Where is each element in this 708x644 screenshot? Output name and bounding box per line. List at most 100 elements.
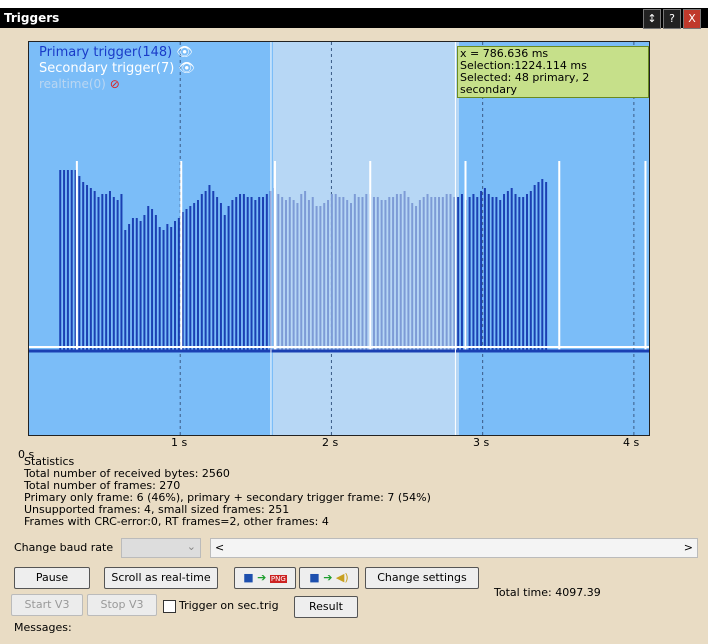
primary-bar — [392, 197, 395, 350]
statistics-panel: Statistics Total number of received byte… — [24, 456, 431, 528]
eye-icon[interactable]: 👁 — [176, 45, 193, 60]
primary-bar — [541, 179, 544, 350]
primary-bar — [491, 197, 494, 350]
primary-bar — [476, 197, 479, 350]
primary-bar — [323, 203, 326, 350]
legend-realtime-label: realtime(0) — [39, 77, 106, 91]
primary-bar — [258, 197, 261, 350]
primary-bar — [101, 194, 104, 350]
primary-bar — [177, 218, 180, 350]
primary-bar — [105, 194, 108, 350]
primary-bar — [315, 206, 318, 350]
primary-bar — [499, 200, 502, 350]
primary-bar — [426, 194, 429, 350]
tooltip-selected: Selected: 48 primary, 2 secondary — [460, 71, 590, 96]
primary-bar — [227, 206, 230, 350]
primary-bar — [529, 191, 532, 350]
close-button[interactable]: X — [683, 9, 701, 29]
primary-bar — [143, 215, 146, 350]
x-tick-3: 3 s — [473, 436, 490, 449]
primary-bar — [338, 197, 341, 350]
primary-bar — [170, 227, 173, 350]
primary-bar — [277, 194, 280, 350]
primary-bar — [135, 218, 138, 350]
save-audio-button[interactable]: ■ ➔ ◀) — [299, 567, 359, 589]
primary-bar — [281, 197, 284, 350]
primary-bar — [441, 197, 444, 350]
window-title: Triggers — [4, 11, 60, 25]
trigger-chart[interactable]: Primary trigger(148) 👁 Secondary trigger… — [28, 41, 650, 436]
primary-bar — [112, 197, 115, 350]
stop-v3-button[interactable]: Stop V3 — [87, 594, 157, 616]
primary-bar — [296, 203, 299, 350]
legend-secondary[interactable]: Secondary trigger(7) 👁 — [39, 61, 195, 76]
primary-bar — [89, 188, 92, 350]
primary-bar — [449, 194, 452, 350]
primary-bar — [415, 206, 418, 350]
primary-bar — [82, 182, 85, 350]
primary-bar — [327, 200, 330, 350]
baud-rate-select[interactable]: ⌄ — [121, 538, 201, 558]
pause-button[interactable]: Pause — [14, 567, 90, 589]
help-button[interactable]: ? — [663, 9, 681, 29]
floppy-icon: ■ — [243, 571, 254, 584]
primary-bar — [422, 197, 425, 350]
primary-bar — [468, 197, 471, 350]
primary-bar — [189, 206, 192, 350]
resize-button[interactable]: ↕ — [643, 9, 661, 29]
scroll-realtime-button[interactable]: Scroll as real-time — [104, 567, 218, 589]
primary-bar — [174, 221, 177, 350]
chart-plot — [29, 42, 649, 435]
result-button[interactable]: Result — [294, 596, 358, 618]
start-v3-button[interactable]: Start V3 — [11, 594, 83, 616]
primary-bar — [162, 230, 165, 350]
scroll-left-icon[interactable]: < — [215, 541, 224, 554]
primary-bar — [300, 194, 303, 350]
primary-bar — [78, 176, 81, 350]
save-png-button[interactable]: ■ ➔ PNG — [234, 567, 296, 589]
primary-bar — [503, 194, 506, 350]
x-tick-1: 1 s — [171, 436, 188, 449]
primary-bar — [330, 194, 333, 350]
primary-bar — [487, 194, 490, 350]
legend-secondary-label: Secondary trigger(7) — [39, 61, 175, 76]
primary-bar — [342, 197, 345, 350]
secondary-bar — [464, 161, 467, 350]
secondary-bar — [180, 161, 183, 350]
primary-bar — [430, 197, 433, 350]
primary-bar — [66, 170, 69, 350]
primary-bar — [460, 194, 463, 350]
change-settings-button[interactable]: Change settings — [365, 567, 479, 589]
primary-bar — [304, 191, 307, 350]
primary-bar — [219, 203, 222, 350]
eye-icon[interactable]: 👁 — [178, 61, 195, 76]
x-tick-4: 4 s — [623, 436, 640, 449]
primary-bar — [353, 194, 356, 350]
primary-bar — [262, 197, 265, 350]
trigger-sec-checkbox[interactable] — [163, 600, 176, 613]
primary-bar — [63, 170, 66, 350]
hidden-eye-icon[interactable]: ⊘ — [110, 77, 120, 91]
primary-bar — [346, 200, 349, 350]
primary-bar — [495, 197, 498, 350]
horizontal-scrollbar[interactable]: < > — [210, 538, 698, 558]
primary-bar — [124, 230, 127, 350]
primary-bar — [97, 197, 100, 350]
primary-bar — [510, 188, 513, 350]
primary-bar — [522, 197, 525, 350]
stats-crc: Frames with CRC-error:0, RT frames=2, ot… — [24, 515, 329, 528]
primary-bar — [139, 221, 142, 350]
primary-bar — [254, 200, 257, 350]
primary-bar — [223, 215, 226, 350]
legend-primary[interactable]: Primary trigger(148) 👁 — [39, 45, 193, 60]
primary-bar — [472, 194, 475, 350]
legend-realtime[interactable]: realtime(0) ⊘ — [39, 77, 120, 91]
secondary-bar — [369, 161, 372, 350]
primary-bar — [457, 197, 460, 350]
primary-bar — [407, 197, 410, 350]
primary-bar — [411, 203, 414, 350]
scroll-right-icon[interactable]: > — [684, 541, 693, 554]
primary-bar — [384, 200, 387, 350]
primary-bar — [70, 170, 73, 350]
secondary-bar — [75, 161, 78, 350]
